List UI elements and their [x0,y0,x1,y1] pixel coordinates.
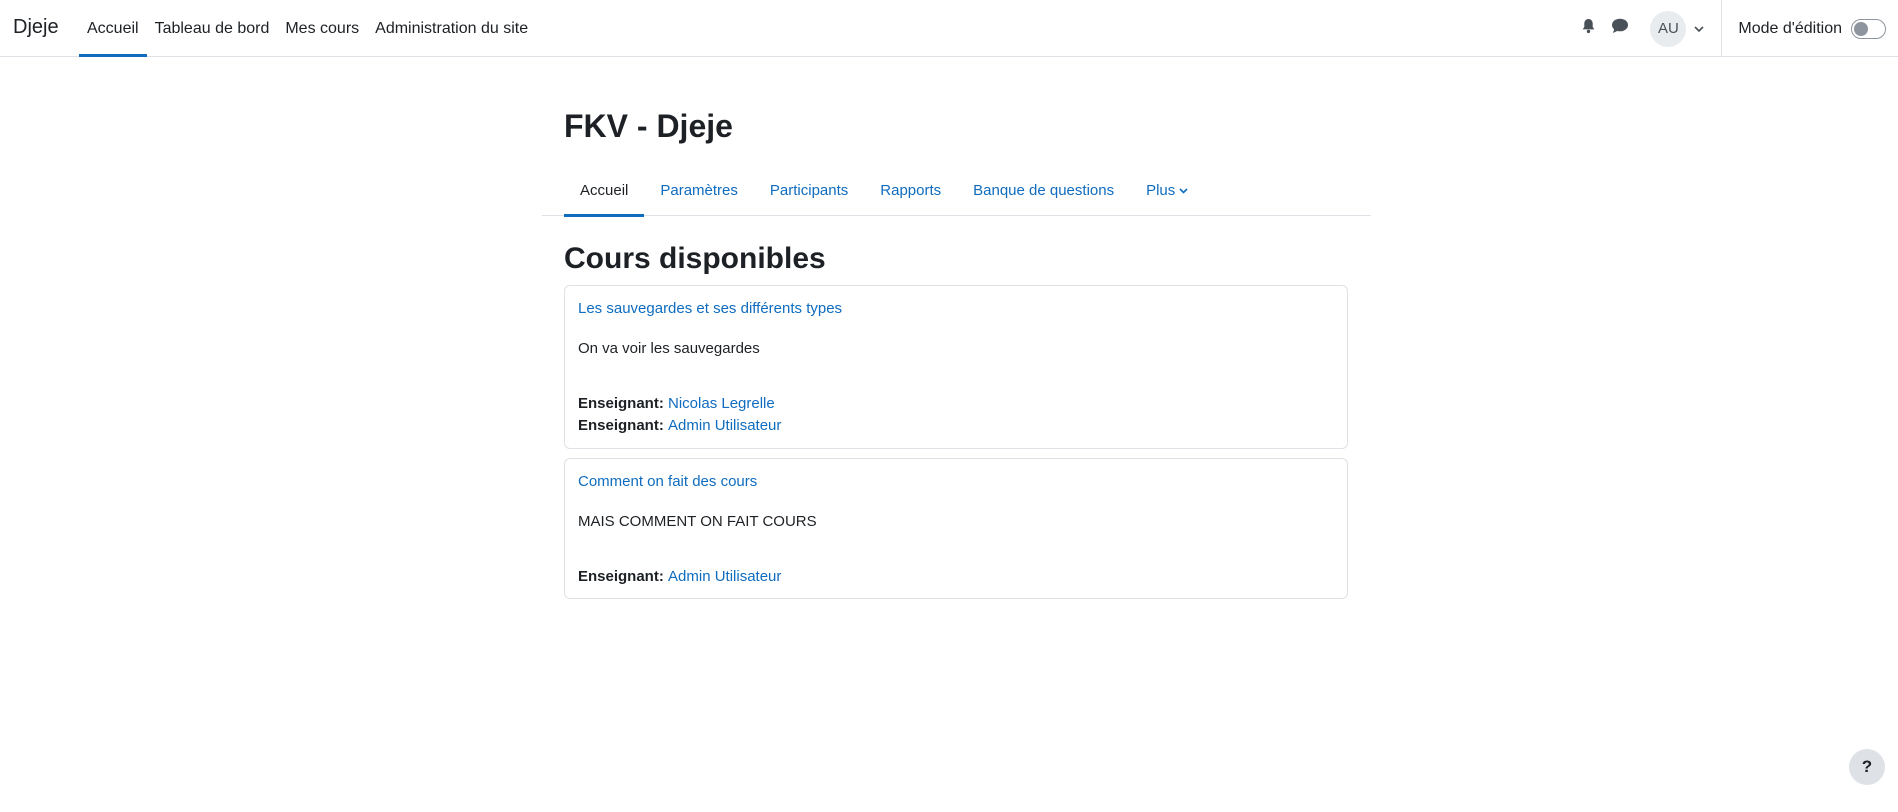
section-heading: Cours disponibles [564,242,826,275]
tab-participants[interactable]: Participants [754,165,864,216]
course-title-link[interactable]: Les sauvegardes et ses différents types [578,299,842,319]
nav-item-administration[interactable]: Administration du site [367,0,536,57]
toggle-knob [1854,21,1868,36]
navbar-actions: AU Mode d'édition [1572,0,1898,57]
bell-icon [1581,18,1596,39]
messages-button[interactable] [1604,13,1636,45]
avatar: AU [1650,10,1687,47]
teacher-profile-link[interactable]: Admin Utilisateur [668,417,781,434]
tab-accueil[interactable]: Accueil [564,165,645,217]
help-button[interactable]: ? [1849,749,1885,785]
chevron-down-icon [1179,187,1188,194]
tab-rapports[interactable]: Rapports [864,165,957,216]
course-teachers: Enseignant: Nicolas Legrelle Enseignant:… [578,393,1334,437]
course-card: Comment on fait des cours MAIS COMMENT O… [564,458,1348,599]
nav-item-mes-cours[interactable]: Mes cours [277,0,367,57]
nav-item-accueil[interactable]: Accueil [79,0,147,57]
edit-mode-control: Mode d'édition [1722,18,1898,39]
nav-item-tableau-de-bord[interactable]: Tableau de bord [147,0,278,57]
page-title: FKV - Djeje [564,108,733,144]
course-card: Les sauvegardes et ses différents types … [564,285,1348,449]
teacher-role-label: Enseignant: [578,417,669,434]
course-title-link[interactable]: Comment on fait des cours [578,472,757,492]
tab-plus-dropdown[interactable]: Plus [1130,165,1204,216]
user-menu-toggle[interactable]: AU [1650,10,1704,47]
course-summary: On va voir les sauvegardes [578,340,760,357]
teacher-role-label: Enseignant: [578,395,669,412]
chevron-down-icon [1694,25,1704,32]
course-summary: MAIS COMMENT ON FAIT COURS [578,513,817,530]
teacher-line: Enseignant: Nicolas Legrelle [578,393,1334,415]
chat-bubble-icon [1611,18,1629,39]
edit-mode-label: Mode d'édition [1738,19,1842,37]
primary-navigation: Accueil Tableau de bord Mes cours Admini… [79,0,536,57]
teacher-line: Enseignant: Admin Utilisateur [578,566,1334,588]
tab-parametres[interactable]: Paramètres [644,165,754,216]
tab-plus-label: Plus [1146,182,1176,199]
course-teachers: Enseignant: Admin Utilisateur [578,566,1334,588]
tab-banque-de-questions[interactable]: Banque de questions [957,165,1130,216]
top-navbar: Djeje Accueil Tableau de bord Mes cours … [0,0,1898,57]
notifications-button[interactable] [1572,13,1604,45]
teacher-role-label: Enseignant: [578,568,669,585]
edit-mode-toggle[interactable] [1851,18,1886,39]
teacher-profile-link[interactable]: Nicolas Legrelle [668,395,775,412]
site-brand[interactable]: Djeje [13,15,59,39]
teacher-profile-link[interactable]: Admin Utilisateur [668,568,781,585]
secondary-navigation: Accueil Paramètres Participants Rapports… [542,165,1371,217]
teacher-line: Enseignant: Admin Utilisateur [578,415,1334,437]
